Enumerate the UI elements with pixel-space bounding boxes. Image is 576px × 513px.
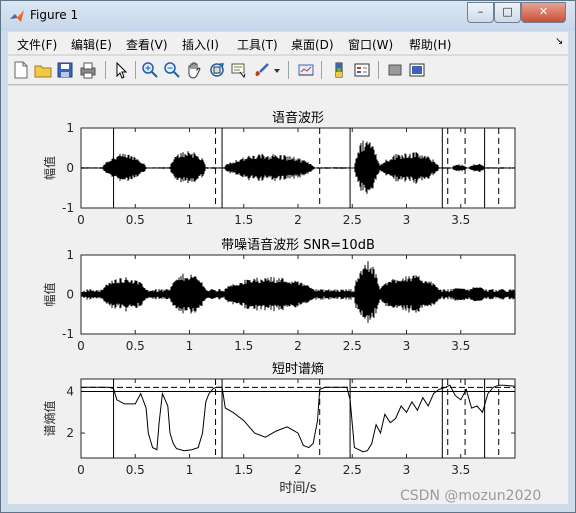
x-tick-label: 1 (186, 213, 194, 227)
print-icon[interactable] (79, 61, 97, 79)
show-plot-tools-icon[interactable] (408, 61, 426, 79)
menu-file[interactable]: 文件(F) (17, 36, 57, 53)
x-tick-label: 0 (77, 339, 85, 353)
x-tick-label: 1.5 (234, 463, 253, 477)
toolbar-separator (288, 61, 289, 79)
watermark-text: CSDN @mozun2020 (400, 488, 542, 504)
x-tick-label: 3 (403, 339, 411, 353)
maximize-button[interactable]: □ (494, 2, 521, 23)
toolbar-separator (135, 61, 136, 79)
x-tick-label: 2 (294, 213, 302, 227)
toolbar-separator (105, 61, 106, 79)
brush-icon[interactable] (253, 61, 271, 79)
y-tick-label: 4 (66, 384, 74, 398)
matlab-logo-icon (10, 10, 24, 22)
new-figure-icon[interactable] (12, 61, 30, 79)
zoom-in-icon[interactable] (141, 61, 159, 79)
menu-help[interactable]: 帮助(H) (409, 36, 451, 53)
y-tick-label: 1 (66, 248, 74, 262)
x-tick-label: 3.5 (451, 213, 470, 227)
y-tick-label: 1 (66, 121, 74, 135)
axes-title: 带噪语音波形 SNR=10dB (221, 237, 375, 253)
figure-plots: 语音波形幅值0 0.5 1 1.5 2 2.5 3 3.5-101带噪语音波形 SNR=10d… (42, 110, 516, 496)
dock-arrow-icon[interactable]: ↘ (555, 36, 563, 47)
toolbar-separator (321, 61, 322, 79)
menu-window[interactable]: 窗口(W) (348, 36, 393, 53)
y-tick-label: 0 (66, 288, 74, 302)
axes-title: 语音波形 (272, 110, 324, 126)
y-tick-label: -1 (62, 201, 74, 215)
link-plot-icon[interactable] (297, 61, 315, 79)
y-axis-label: 谱熵值 (42, 400, 57, 436)
x-tick-label: 0.5 (126, 213, 145, 227)
save-icon[interactable] (56, 61, 74, 79)
figure-toolbar (8, 56, 568, 85)
menu-edit[interactable]: 编辑(E) (71, 36, 112, 53)
figure-canvas: 语音波形 幅值 0 0.5 1 1.5 2 2.5 3 3.5 -1 0 1 带噪语音波形 SNR=10d… (8, 86, 568, 504)
x-tick-label: 0 (77, 213, 85, 227)
pointer-icon[interactable] (112, 61, 130, 79)
rotate-3d-icon[interactable] (208, 61, 226, 79)
y-tick-label: -1 (62, 327, 74, 341)
x-tick-label: 2 (294, 339, 302, 353)
figure-window: Figure 1 – □ ✕ 文件(F) 编辑(E) 查看(V) 插入(I) 工… (0, 0, 576, 513)
menu-insert[interactable]: 插入(I) (182, 36, 219, 53)
x-tick-label: 3.5 (451, 339, 470, 353)
menu-view[interactable]: 查看(V) (126, 36, 168, 53)
hide-plot-tools-icon[interactable] (386, 61, 404, 79)
x-tick-label: 2.5 (343, 463, 362, 477)
x-tick-label: 2.5 (343, 339, 362, 353)
colorbar-icon[interactable] (330, 61, 348, 79)
x-tick-label: 0 (77, 463, 85, 477)
menu-bar: 文件(F) 编辑(E) 查看(V) 插入(I) 工具(T) 桌面(D) 窗口(W… (8, 32, 568, 55)
title-bar[interactable]: Figure 1 – □ ✕ (1, 1, 575, 31)
window-title: Figure 1 (30, 8, 79, 22)
pan-hand-icon[interactable] (185, 61, 203, 79)
y-axis-label: 幅值 (42, 282, 57, 306)
open-file-icon[interactable] (34, 61, 52, 79)
x-tick-label: 3 (403, 463, 411, 477)
y-tick-label: 2 (66, 426, 74, 440)
x-tick-label: 0.5 (126, 463, 145, 477)
x-tick-label: 1 (186, 463, 194, 477)
x-tick-label: 2.5 (343, 213, 362, 227)
y-axis-label: 幅值 (42, 156, 57, 180)
axes-box (80, 378, 516, 459)
brush-dropdown-icon[interactable] (273, 61, 281, 79)
x-tick-label: 1.5 (234, 213, 253, 227)
close-button[interactable]: ✕ (521, 2, 566, 23)
y-tick-label: 0 (66, 161, 74, 175)
toolbar-separator (378, 61, 379, 79)
menu-desktop[interactable]: 桌面(D) (291, 36, 334, 53)
menu-tools[interactable]: 工具(T) (237, 36, 278, 53)
x-tick-label: 1.5 (234, 339, 253, 353)
x-tick-label: 0.5 (126, 339, 145, 353)
legend-icon[interactable] (353, 61, 371, 79)
x-tick-label: 3.5 (451, 463, 470, 477)
zoom-out-icon[interactable] (163, 61, 181, 79)
x-tick-label: 1 (186, 339, 194, 353)
axes-title: 短时谱熵 (272, 361, 324, 377)
x-axis-label: 时间/s (279, 481, 316, 496)
x-tick-label: 3 (403, 213, 411, 227)
x-tick-label: 2 (294, 463, 302, 477)
minimize-button[interactable]: – (467, 2, 494, 23)
data-cursor-icon[interactable] (230, 61, 248, 79)
